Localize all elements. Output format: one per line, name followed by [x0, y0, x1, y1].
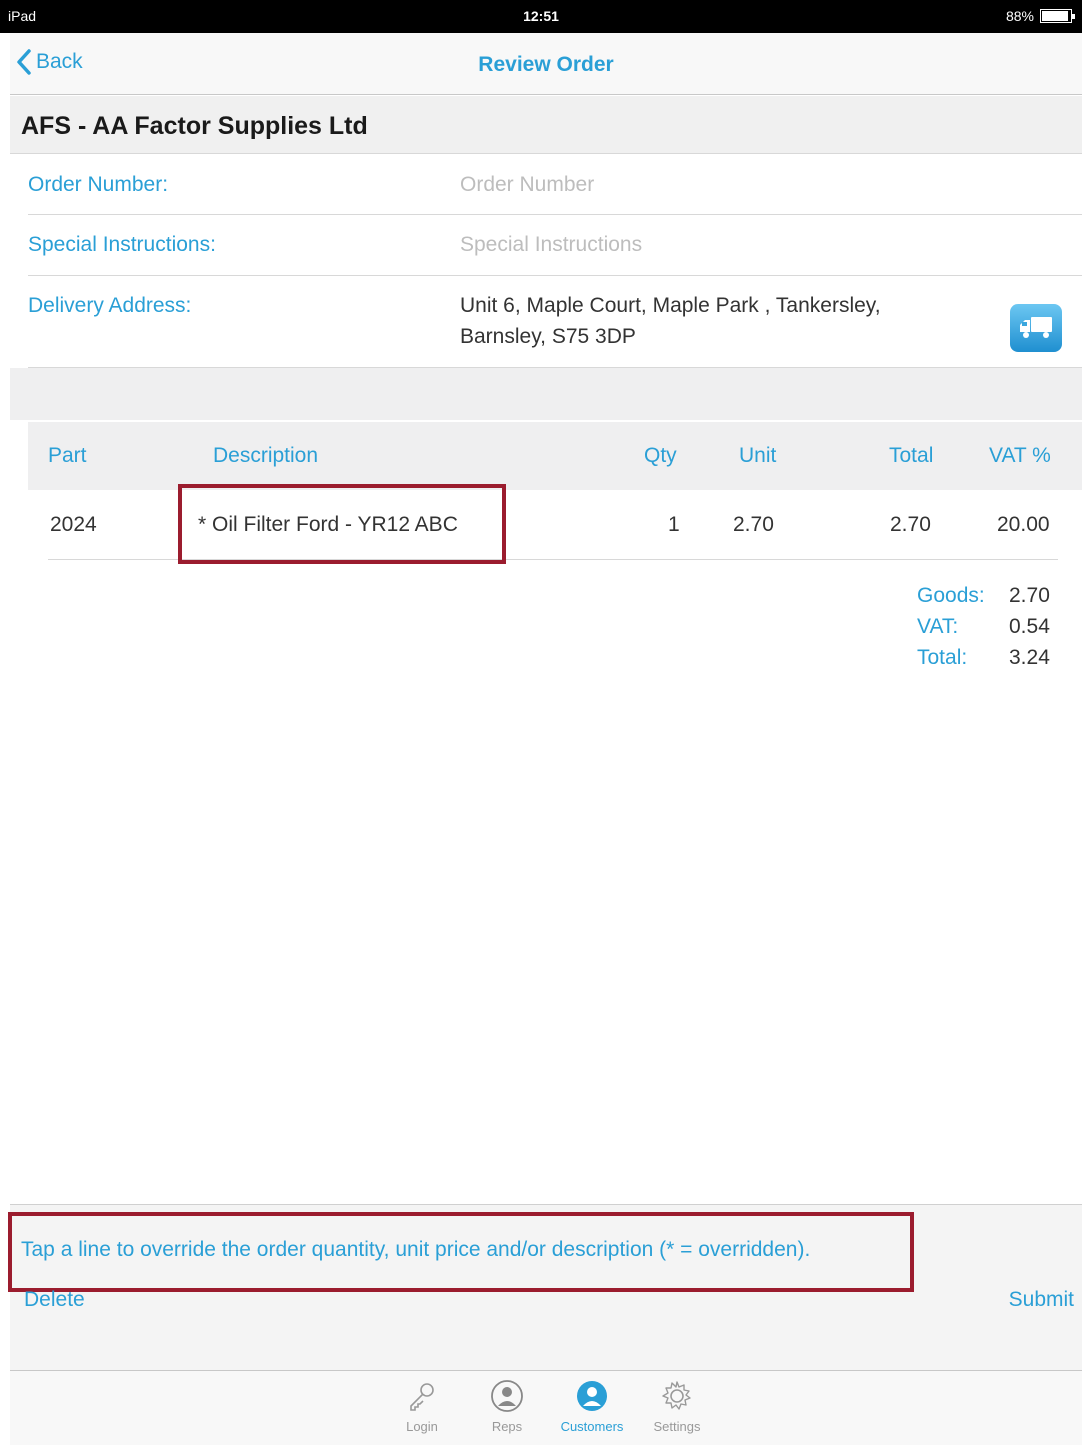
- delivery-address-value: Unit 6, Maple Court, Maple Park , Tanker…: [460, 290, 980, 352]
- status-bar: iPad 12:51 88%: [0, 0, 1082, 33]
- tab-login-label: Login: [406, 1419, 438, 1434]
- row-qty: 1: [668, 512, 680, 536]
- person-icon: [491, 1380, 523, 1412]
- battery-percent: 88%: [1005, 8, 1034, 24]
- tab-customers-label: Customers: [560, 1419, 624, 1434]
- row-total: 2.70: [890, 512, 931, 536]
- battery-icon: [1040, 9, 1075, 23]
- row-part: 2024: [50, 512, 97, 536]
- col-header-unit: Unit: [739, 444, 777, 467]
- special-instructions-row[interactable]: Special Instructions: Special Instructio…: [28, 215, 1082, 276]
- special-instructions-label: Special Instructions:: [28, 233, 216, 256]
- navigation-bar: Back Review Order: [10, 33, 1082, 95]
- col-header-qty: Qty: [644, 444, 677, 467]
- address-line-1: Unit 6, Maple Court, Maple Park , Tanker…: [460, 294, 881, 317]
- order-number-label: Order Number:: [28, 173, 169, 196]
- vat-label: VAT:: [917, 615, 959, 638]
- goods-label: Goods:: [917, 584, 985, 607]
- customer-header: AFS - AA Factor Supplies Ltd: [10, 96, 1082, 154]
- total-label: Total:: [917, 646, 968, 669]
- address-line-2: Barnsley, S75 3DP: [460, 325, 636, 348]
- tab-login[interactable]: Login: [382, 1379, 462, 1434]
- hint-highlight-box: [8, 1212, 914, 1292]
- delivery-truck-icon[interactable]: [1010, 304, 1062, 352]
- submit-button[interactable]: Submit: [1009, 1288, 1074, 1312]
- order-totals: Goods: 2.70 VAT: 0.54 Total: 3.24: [917, 580, 1050, 673]
- truck-glyph-icon: [1020, 317, 1052, 338]
- order-number-row[interactable]: Order Number: Order Number: [28, 155, 1082, 215]
- col-header-part: Part: [48, 444, 87, 467]
- row-unit: 2.70: [733, 512, 774, 536]
- customer-name: AFS - AA Factor Supplies Ltd: [21, 112, 368, 140]
- customers-icon: [577, 1381, 607, 1411]
- delivery-address-label: Delivery Address:: [28, 294, 192, 317]
- status-time: 12:51: [523, 8, 559, 24]
- tab-settings-label: Settings: [653, 1419, 701, 1434]
- delete-button[interactable]: Delete: [24, 1288, 85, 1312]
- vat-value: 0.54: [1009, 615, 1050, 638]
- battery-status: 88%: [1005, 8, 1075, 24]
- tab-reps[interactable]: Reps: [467, 1379, 547, 1434]
- section-separator: [10, 368, 1082, 420]
- order-number-field[interactable]: Order Number: [460, 173, 594, 197]
- row-vat: 20.00: [997, 512, 1050, 536]
- tab-bar: Login Reps Customers Settings: [10, 1370, 1082, 1445]
- col-header-total: Total: [889, 444, 934, 467]
- tab-settings[interactable]: Settings: [637, 1379, 717, 1434]
- col-header-vat: VAT %: [989, 444, 1051, 467]
- delivery-address-row: Delivery Address: Unit 6, Maple Court, M…: [28, 276, 1082, 368]
- tab-reps-label: Reps: [491, 1419, 523, 1434]
- table-header: Part Description Qty Unit Total VAT %: [28, 422, 1082, 490]
- key-icon: [410, 1383, 434, 1411]
- gear-icon: [662, 1381, 691, 1410]
- total-value: 3.24: [1009, 646, 1050, 669]
- goods-value: 2.70: [1009, 584, 1050, 607]
- special-instructions-field[interactable]: Special Instructions: [460, 233, 642, 257]
- tab-customers[interactable]: Customers: [552, 1379, 632, 1434]
- col-header-description: Description: [213, 444, 319, 467]
- page-title: Review Order: [478, 53, 614, 76]
- description-highlight-box: [178, 484, 506, 564]
